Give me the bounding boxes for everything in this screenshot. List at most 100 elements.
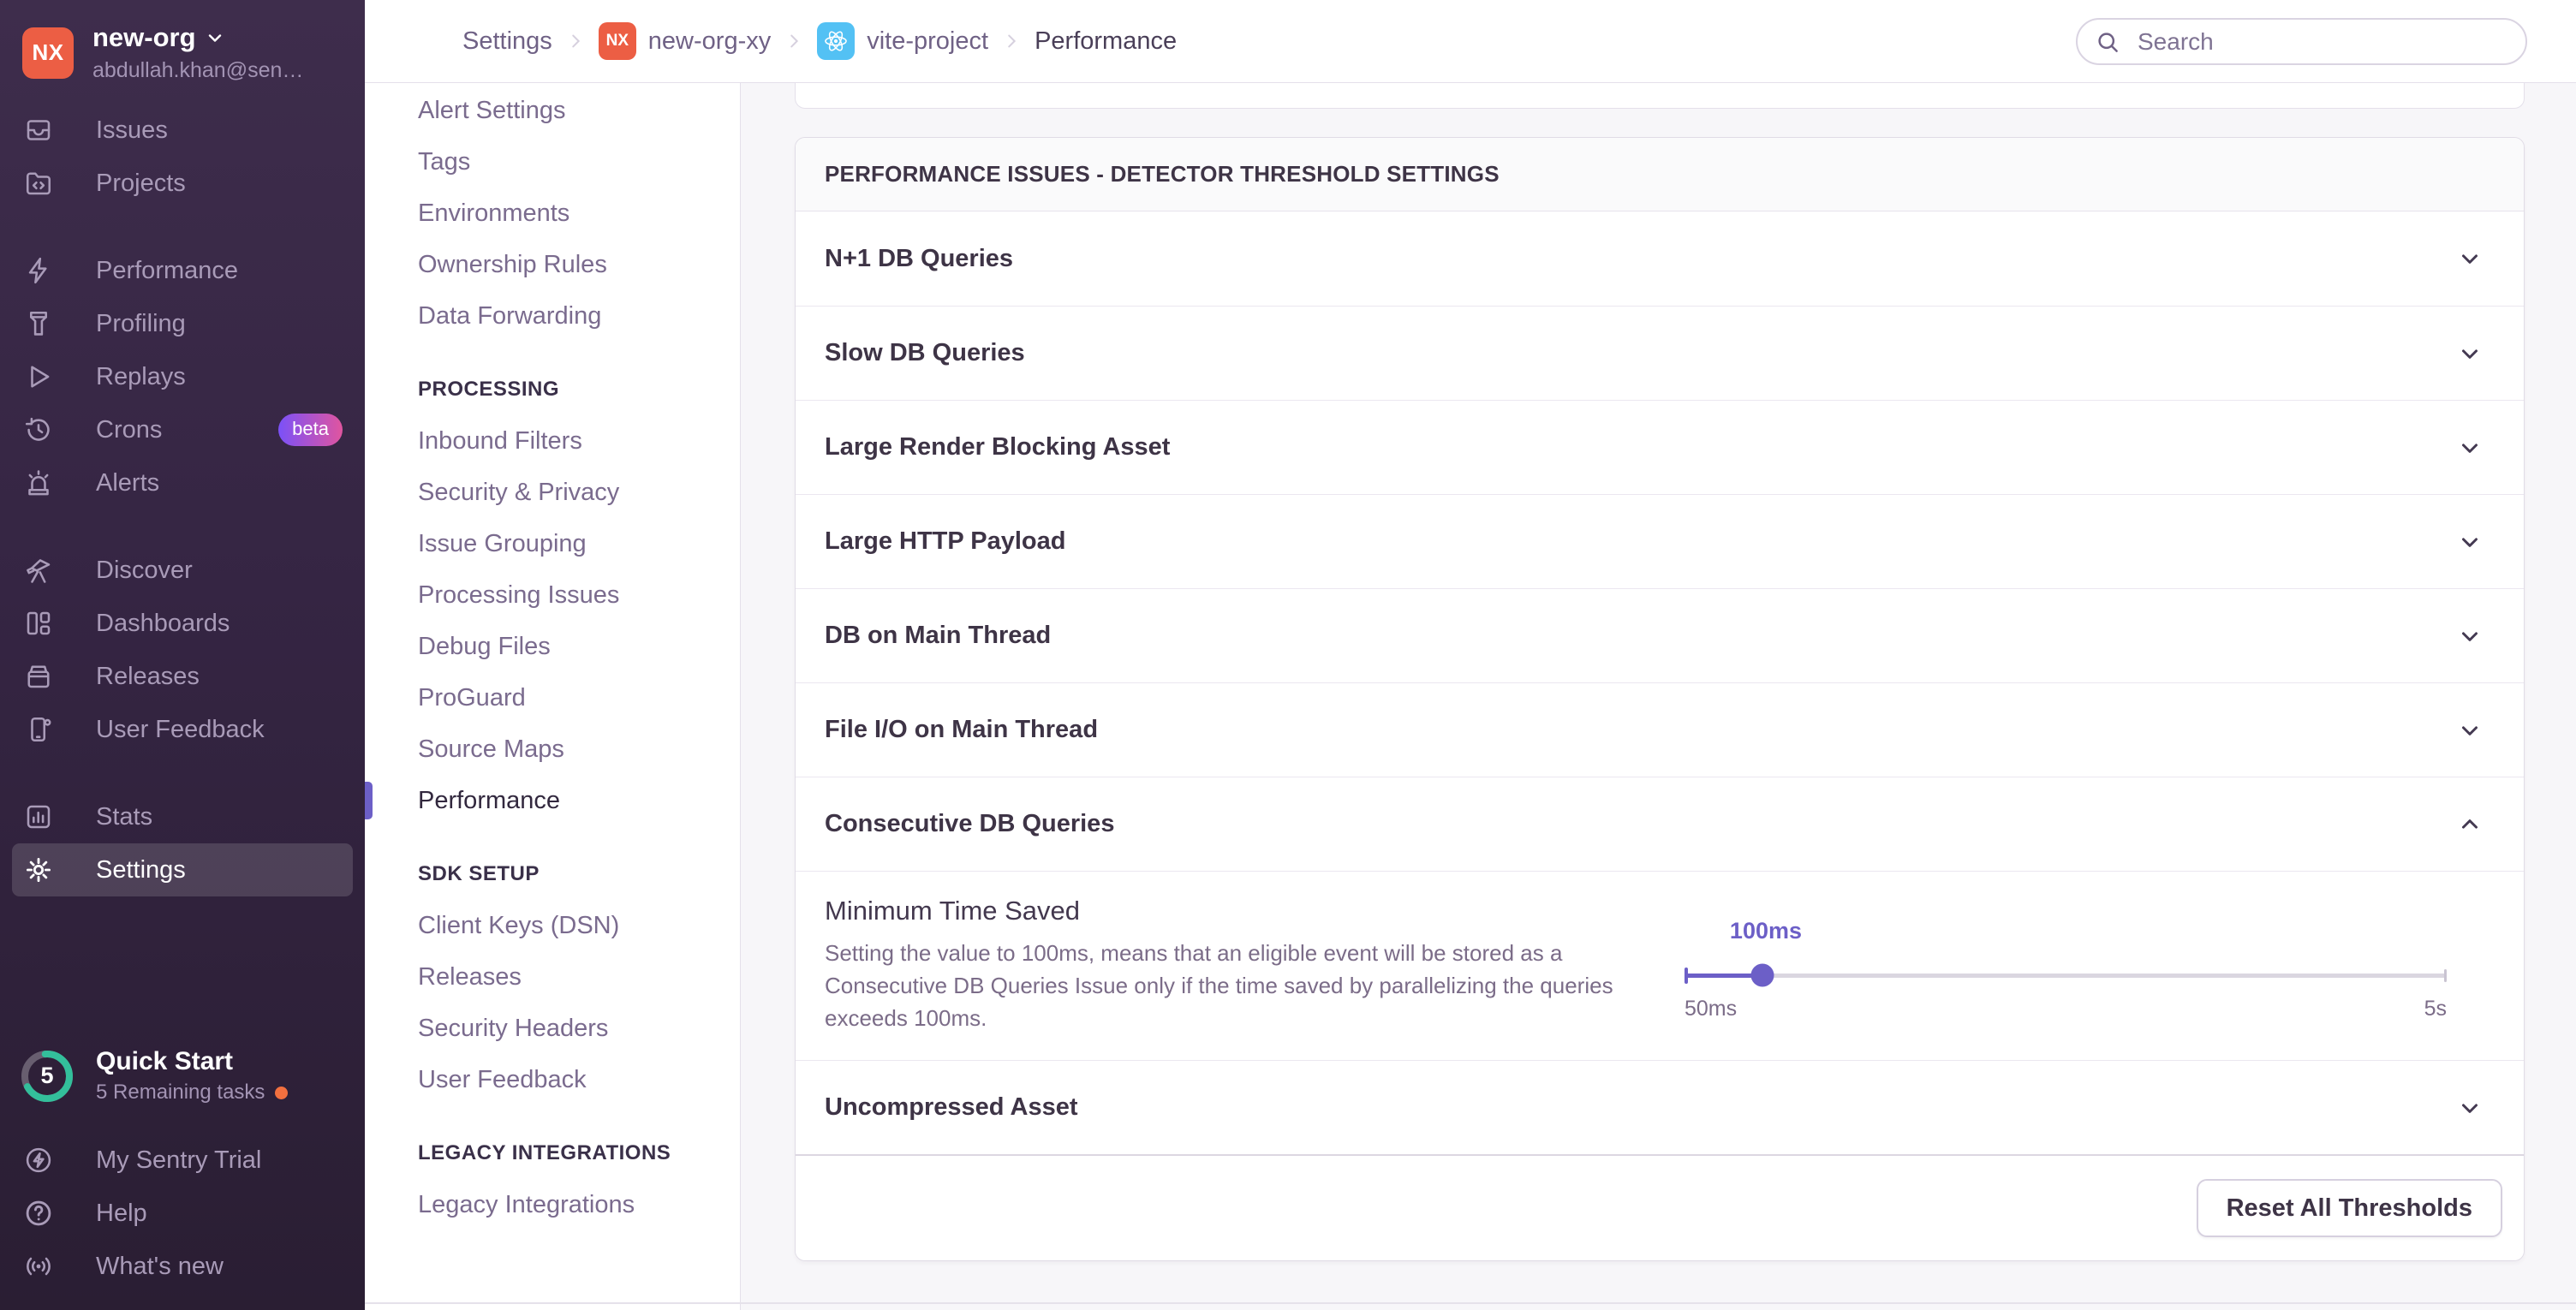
alerts-icon (22, 467, 55, 499)
slider-max-tick (2444, 969, 2447, 982)
sidebar-item-user-feedback[interactable]: User Feedback (12, 703, 353, 756)
threshold-description: Setting the value to 100ms, means that a… (825, 937, 1673, 1034)
settings-nav-item-client-keys-dsn[interactable]: Client Keys (DSN) (365, 900, 740, 951)
detector-row-consecutive-db-queries[interactable]: Consecutive DB Queries (796, 777, 2524, 871)
breadcrumb: Settings NXnew-org-xy vite-project Perform… (462, 22, 1177, 60)
search-input[interactable] (2076, 18, 2527, 65)
chevron-down-icon (2457, 1095, 2483, 1121)
replays-icon (22, 360, 55, 393)
detector-row-file-i-o-on-main-thread[interactable]: File I/O on Main Thread (796, 682, 2524, 777)
content-area: PERFORMANCE ISSUES - DETECTOR THRESHOLD … (741, 83, 2576, 1310)
discover-icon (22, 554, 55, 587)
chevron-down-icon (2457, 435, 2483, 461)
chevron-down-icon (2457, 246, 2483, 271)
releases-icon (22, 660, 55, 693)
org-email: abdullah.khan@sen… (92, 58, 303, 83)
stats-icon (22, 801, 55, 833)
settings-nav-item-ownership-rules[interactable]: Ownership Rules (365, 239, 740, 290)
threshold-title: Minimum Time Saved (825, 896, 1673, 926)
sidebar-item-replays[interactable]: Replays (12, 350, 353, 403)
settings-nav-item-releases[interactable]: Releases (365, 951, 740, 1003)
org-switcher[interactable]: NX new-org abdullah.khan@sen… (0, 0, 365, 100)
slider-track[interactable] (1685, 974, 2447, 978)
quick-start-count: 5 (19, 1048, 75, 1105)
app-sidebar: NX new-org abdullah.khan@sen… Issues Pro… (0, 0, 365, 1310)
sidebar-footer-links: My Sentry Trial Help What's new (0, 1120, 365, 1310)
slider-min-tick (1685, 968, 1688, 984)
sidebar-item-discover[interactable]: Discover (12, 544, 353, 597)
settings-nav-item-security-headers[interactable]: Security Headers (365, 1003, 740, 1054)
sidebar-item-alerts[interactable]: Alerts (12, 456, 353, 509)
settings-nav-item-alert-settings[interactable]: Alert Settings (365, 85, 740, 136)
notification-dot (275, 1087, 288, 1099)
chevron-down-icon (2457, 341, 2483, 366)
settings-nav-item-issue-grouping[interactable]: Issue Grouping (365, 518, 740, 569)
quick-start-subtitle: 5 Remaining tasks (96, 1081, 265, 1105)
breadcrumb-separator-icon (784, 32, 803, 51)
profiling-icon (22, 307, 55, 340)
sidebar-item-releases[interactable]: Releases (12, 650, 353, 703)
dashboards-icon (22, 607, 55, 640)
breadcrumb-new-org-xy[interactable]: NXnew-org-xy (599, 22, 771, 60)
detector-row-n-1-db-queries[interactable]: N+1 DB Queries (796, 211, 2524, 306)
quick-start-progress-ring: 5 (19, 1048, 75, 1105)
detector-threshold-card: PERFORMANCE ISSUES - DETECTOR THRESHOLD … (795, 137, 2525, 1261)
sidebar-item-my-sentry-trial[interactable]: My Sentry Trial (12, 1134, 353, 1187)
sidebar-item-help[interactable]: Help (12, 1187, 353, 1240)
settings-nav-item-inbound-filters[interactable]: Inbound Filters (365, 415, 740, 467)
detector-rows: N+1 DB Queries Slow DB Queries Large Ren… (796, 211, 2524, 871)
settings-nav-item-proguard[interactable]: ProGuard (365, 672, 740, 723)
sidebar-item-issues[interactable]: Issues (12, 104, 353, 157)
sidebar-item-stats[interactable]: Stats (12, 790, 353, 843)
detector-row-uncompressed-asset[interactable]: Uncompressed Asset (796, 1060, 2524, 1154)
settings-nav-item-data-forwarding[interactable]: Data Forwarding (365, 290, 740, 342)
projects-icon (22, 167, 55, 199)
breadcrumb-settings[interactable]: Settings (462, 27, 552, 56)
breadcrumb-separator-icon (1002, 32, 1021, 51)
sidebar-item-profiling[interactable]: Profiling (12, 297, 353, 350)
card-footer: Reset All Thresholds (796, 1154, 2524, 1260)
settings-nav-section-sdk-setup: SDK SETUP (365, 849, 740, 900)
settings-nav-item-performance[interactable]: Performance (365, 775, 740, 826)
settings-nav-section-processing: PROCESSING (365, 364, 740, 415)
sidebar-item-dashboards[interactable]: Dashboards (12, 597, 353, 650)
chevron-down-icon (2457, 718, 2483, 743)
quick-start-item[interactable]: 5 Quick Start 5 Remaining tasks (0, 1032, 365, 1120)
settings-nav-item-user-feedback[interactable]: User Feedback (365, 1054, 740, 1105)
slider-thumb[interactable] (1750, 964, 1774, 987)
slider-max-label: 5s (2424, 997, 2447, 1021)
breadcrumb-performance[interactable]: Performance (1035, 27, 1177, 56)
help-icon (22, 1197, 55, 1230)
detector-row-large-render-blocking-asset[interactable]: Large Render Blocking Asset (796, 400, 2524, 494)
reset-all-thresholds-button[interactable]: Reset All Thresholds (2197, 1179, 2502, 1237)
sidebar-item-projects[interactable]: Projects (12, 157, 353, 210)
breadcrumb-vite-project[interactable]: vite-project (817, 22, 988, 60)
slider-min-label: 50ms (1685, 997, 1737, 1021)
sidebar-item-what-s-new[interactable]: What's new (12, 1240, 353, 1293)
slider-value-label: 100ms (1730, 918, 1802, 944)
threshold-slider[interactable]: 100ms 50ms 5s (1685, 896, 2447, 1034)
sidebar-item-settings[interactable]: Settings (12, 843, 353, 896)
performance-icon (22, 254, 55, 287)
settings-nav-item-security-privacy[interactable]: Security & Privacy (365, 467, 740, 518)
page-bottom-divider (365, 1302, 2576, 1304)
sidebar-item-performance[interactable]: Performance (12, 244, 353, 297)
previous-card-bottom-edge (795, 83, 2525, 109)
settings-nav-item-debug-files[interactable]: Debug Files (365, 621, 740, 672)
settings-nav-item-environments[interactable]: Environments (365, 188, 740, 239)
settings-nav-section-legacy-integrations: LEGACY INTEGRATIONS (365, 1128, 740, 1179)
detector-rows-after: Uncompressed Asset (796, 1060, 2524, 1154)
detector-row-db-on-main-thread[interactable]: DB on Main Thread (796, 588, 2524, 682)
settings-nav-item-tags[interactable]: Tags (365, 136, 740, 188)
settings-nav-item-legacy-integrations[interactable]: Legacy Integrations (365, 1179, 740, 1230)
org-badge: NX (599, 22, 636, 60)
settings-nav-item-source-maps[interactable]: Source Maps (365, 723, 740, 775)
settings-nav-item-processing-issues[interactable]: Processing Issues (365, 569, 740, 621)
sidebar-item-crons[interactable]: Cronsbeta (12, 403, 353, 456)
beta-badge: beta (278, 414, 343, 446)
settings-nav: Alert SettingsTagsEnvironmentsOwnership … (365, 83, 741, 1310)
detector-row-large-http-payload[interactable]: Large HTTP Payload (796, 494, 2524, 588)
chevron-down-icon (2457, 529, 2483, 555)
detector-row-slow-db-queries[interactable]: Slow DB Queries (796, 306, 2524, 400)
issues-icon (22, 114, 55, 146)
